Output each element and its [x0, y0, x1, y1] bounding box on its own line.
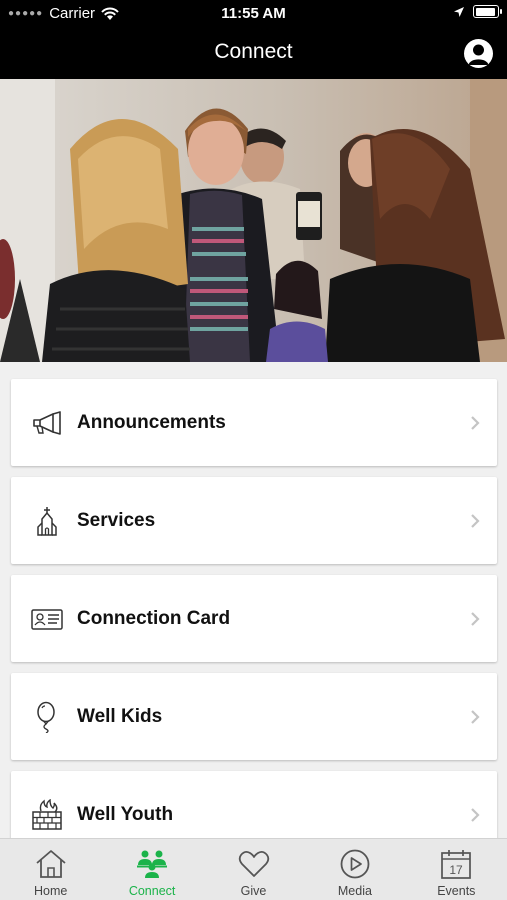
menu-item-announcements[interactable]: Announcements [11, 379, 497, 466]
balloon-icon [37, 701, 55, 733]
megaphone-icon [33, 411, 61, 435]
location-arrow-icon [454, 6, 464, 17]
tab-events[interactable]: 17 Events [406, 839, 507, 900]
menu-list: Announcements Services Connection Card W… [0, 362, 507, 838]
hero-photo [0, 79, 507, 362]
chevron-right-icon [471, 808, 480, 822]
menu-item-label: Connection Card [77, 608, 231, 629]
menu-item-well-youth[interactable]: Well Youth [11, 771, 497, 838]
tab-label: Media [337, 884, 372, 898]
tab-label: Give [240, 884, 267, 898]
people-group-icon [137, 850, 168, 878]
menu-item-well-kids[interactable]: Well Kids [11, 673, 497, 760]
tab-label: Events [437, 884, 476, 898]
tab-media[interactable]: Media [304, 839, 405, 900]
status-bar: ●●●●● Carrier 11:55 AM [0, 0, 507, 28]
id-card-icon [31, 609, 63, 630]
tab-label: Home [34, 884, 68, 898]
church-icon [37, 507, 57, 536]
nav-bar: Connect [0, 28, 507, 79]
page-title: Connect [214, 40, 293, 63]
menu-item-services[interactable]: Services [11, 477, 497, 564]
house-icon [36, 850, 66, 878]
menu-item-label: Well Youth [77, 804, 174, 825]
menu-item-label: Services [77, 510, 156, 531]
brick-wall-fire-icon [32, 799, 62, 830]
menu-item-connection-card[interactable]: Connection Card [11, 575, 497, 662]
status-time: 11:55 AM [221, 5, 286, 22]
chevron-right-icon [471, 416, 480, 430]
tab-home[interactable]: Home [0, 839, 101, 900]
heart-icon [238, 850, 269, 877]
tab-bar: Home Connect Give Media 17 Events [0, 838, 507, 900]
calendar-icon: 17 [441, 850, 472, 879]
chevron-right-icon [471, 514, 480, 528]
tab-label: Connect [128, 884, 176, 898]
chevron-right-icon [471, 612, 480, 626]
battery-icon [473, 5, 502, 18]
play-circle-icon [340, 849, 370, 879]
calendar-day: 17 [450, 863, 464, 877]
tab-give[interactable]: Give [203, 839, 304, 900]
tab-connect[interactable]: Connect [101, 839, 202, 900]
chevron-right-icon [471, 710, 480, 724]
menu-item-label: Well Kids [77, 706, 163, 727]
battery-level [475, 7, 496, 16]
menu-item-label: Announcements [77, 412, 226, 433]
profile-icon[interactable] [464, 39, 493, 68]
